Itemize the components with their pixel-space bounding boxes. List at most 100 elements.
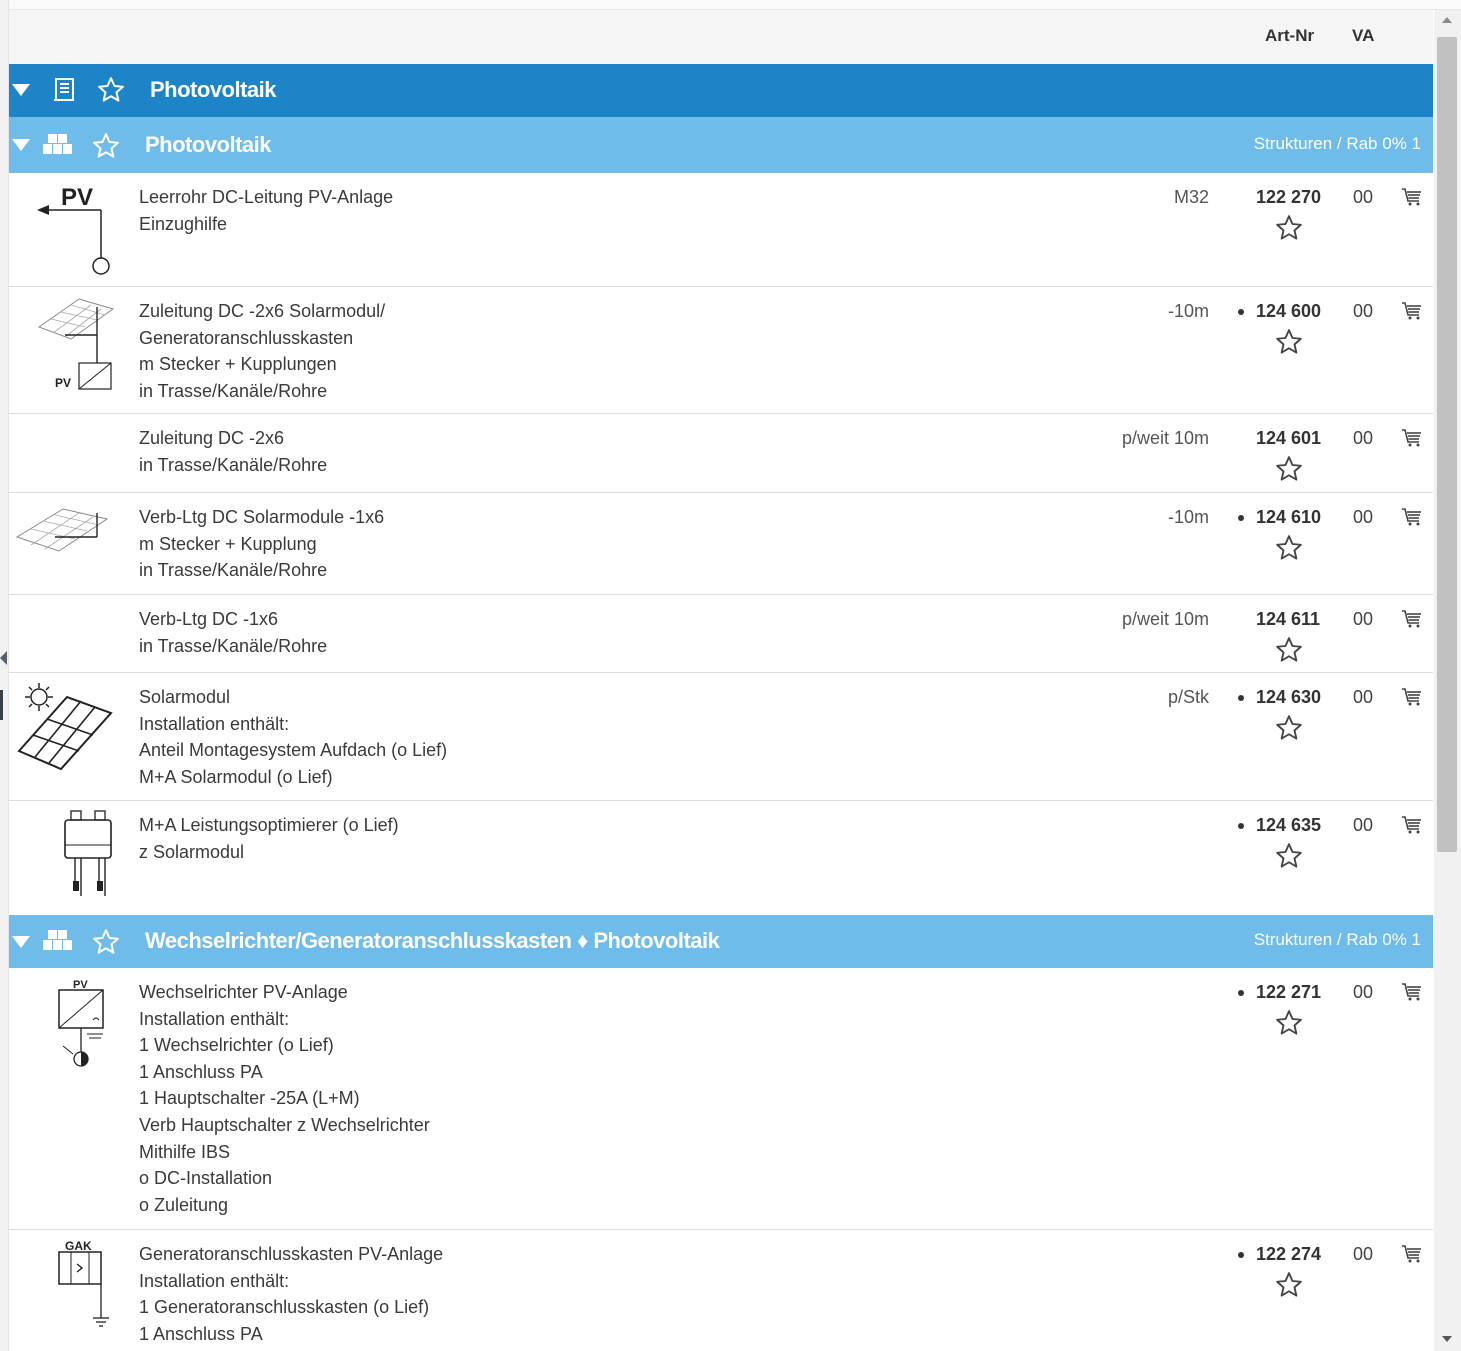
available-dot (1238, 990, 1244, 996)
item-unit: M32 (1173, 187, 1209, 207)
list-item[interactable]: Verb-Ltg DC Solarmodule -1x6 m Stecker +… (9, 493, 1433, 595)
catalog-list: Art-Nr VA Photovoltaik Photovoltaik Stru… (9, 10, 1433, 1351)
available-dot (1238, 695, 1244, 701)
item-art-nr[interactable]: 122 274 (1256, 1241, 1321, 1267)
item-va: 00 (1353, 428, 1374, 448)
item-art-nr[interactable]: 122 270 (1256, 184, 1321, 210)
item-va: 00 (1353, 687, 1374, 707)
item-unit: -10m (1167, 301, 1209, 321)
favorite-star-icon[interactable] (91, 927, 121, 962)
item-art-nr[interactable]: 124 600 (1256, 298, 1321, 324)
top-border (0, 0, 1461, 10)
list-item[interactable]: PV Zuleitung DC -2x6 Solarmodul/ Generat… (9, 287, 1433, 414)
add-to-cart-icon[interactable] (1401, 507, 1423, 532)
scroll-down-arrow-icon[interactable] (1442, 1336, 1452, 1342)
solar-to-inverter-icon: PV (9, 287, 134, 418)
available-dot (1238, 515, 1244, 521)
add-to-cart-icon[interactable] (1401, 428, 1423, 453)
item-va: 00 (1353, 815, 1374, 835)
collapse-triangle-icon[interactable] (12, 936, 30, 948)
section-title: Photovoltaik (150, 77, 277, 102)
add-to-cart-icon[interactable] (1401, 187, 1423, 212)
svg-text:PV: PV (55, 376, 71, 390)
list-item[interactable]: Solarmodul Installation enthält: Anteil … (9, 673, 1433, 801)
item-va: 00 (1353, 507, 1374, 527)
favorite-star-icon[interactable] (1274, 1270, 1304, 1305)
add-to-cart-icon[interactable] (1401, 609, 1423, 634)
favorite-star-icon[interactable] (96, 75, 126, 110)
item-unit: p/weit 10m (1121, 428, 1209, 448)
structure-icon (41, 132, 75, 163)
left-edge (0, 0, 9, 1351)
item-va: 00 (1353, 301, 1374, 321)
available-dot (1238, 309, 1244, 315)
group-info: Strukturen / Rab 0% 1 (1253, 134, 1421, 153)
collapse-triangle-icon[interactable] (12, 139, 30, 151)
section-header-photovoltaik[interactable]: Photovoltaik (9, 64, 1433, 117)
favorite-star-icon[interactable] (1274, 213, 1304, 248)
generator-junction-box-icon: GAK (9, 1230, 134, 1351)
group-header-photovoltaik[interactable]: Photovoltaik Strukturen / Rab 0% 1 (9, 117, 1433, 173)
add-to-cart-icon[interactable] (1401, 815, 1423, 840)
svg-text:PV: PV (61, 184, 93, 211)
vertical-scrollbar[interactable] (1434, 10, 1461, 1351)
item-description: Zuleitung DC -2x6 in Trasse/Kanäle/Rohre (139, 428, 328, 475)
favorite-star-icon[interactable] (1274, 327, 1304, 362)
left-marker (0, 690, 3, 720)
scrollbar-thumb[interactable] (1437, 37, 1457, 852)
favorite-star-icon[interactable] (1274, 454, 1304, 489)
item-art-nr[interactable]: 124 611 (1256, 606, 1320, 632)
add-to-cart-icon[interactable] (1401, 301, 1423, 326)
item-description: M+A Leistungsoptimierer (o Lief) z Solar… (139, 815, 399, 862)
list-item[interactable]: M+A Leistungsoptimierer (o Lief) z Solar… (9, 801, 1433, 915)
structure-icon (41, 928, 75, 959)
item-va: 00 (1353, 982, 1374, 1002)
list-item[interactable]: Zuleitung DC -2x6 in Trasse/Kanäle/Rohre… (9, 414, 1433, 493)
item-description: Verb-Ltg DC -1x6 in Trasse/Kanäle/Rohre (139, 609, 328, 656)
column-art-nr: Art-Nr (1265, 26, 1315, 45)
solar-panel-sun-icon (9, 673, 134, 805)
available-dot (1238, 823, 1244, 829)
item-art-nr[interactable]: 122 271 (1256, 979, 1321, 1005)
item-unit: p/Stk (1167, 687, 1209, 707)
add-to-cart-icon[interactable] (1401, 687, 1423, 712)
column-va: VA (1352, 26, 1375, 45)
pv-conduit-icon: PV (9, 173, 134, 291)
add-to-cart-icon[interactable] (1401, 982, 1423, 1007)
available-dot (1238, 1252, 1244, 1258)
item-description: Solarmodul Installation enthält: Anteil … (139, 687, 448, 787)
svg-text:GAK: GAK (65, 1239, 92, 1253)
item-unit: p/weit 10m (1121, 609, 1209, 629)
item-unit: -10m (1167, 507, 1209, 527)
favorite-star-icon[interactable] (1274, 1008, 1304, 1043)
favorite-star-icon[interactable] (1274, 533, 1304, 568)
item-va: 00 (1353, 1244, 1374, 1264)
item-va: 00 (1353, 609, 1374, 629)
collapse-handle-icon[interactable] (0, 651, 7, 665)
list-item[interactable]: PV Leerrohr DC-Leitung PV-Anlage Einzugh… (9, 173, 1433, 287)
power-optimizer-icon (9, 801, 134, 920)
item-description: Wechselrichter PV-Anlage Installation en… (139, 982, 430, 1215)
item-art-nr[interactable]: 124 630 (1256, 684, 1321, 710)
catalog-book-icon (52, 77, 78, 108)
favorite-star-icon[interactable] (1274, 635, 1304, 670)
item-art-nr[interactable]: 124 601 (1256, 425, 1321, 451)
svg-text:PV: PV (73, 979, 88, 991)
list-item[interactable]: PV Wechselrichter PV-Anlage Installation… (9, 968, 1433, 1230)
list-item[interactable]: GAK Generatoranschlusskasten PV-Anlage I… (9, 1230, 1433, 1351)
collapse-triangle-icon[interactable] (12, 84, 30, 96)
column-header: Art-Nr VA (9, 10, 1433, 64)
group-header-wechselrichter[interactable]: Wechselrichter/Generatoranschlusskasten … (9, 915, 1433, 968)
scroll-up-arrow-icon[interactable] (1442, 17, 1452, 23)
item-description: Leerrohr DC-Leitung PV-Anlage Einzughilf… (139, 187, 394, 234)
group-title: Wechselrichter/Generatoranschlusskasten … (145, 928, 720, 953)
favorite-star-icon[interactable] (1274, 841, 1304, 876)
item-art-nr[interactable]: 124 610 (1256, 504, 1321, 530)
item-art-nr[interactable]: 124 635 (1256, 812, 1321, 838)
favorite-star-icon[interactable] (1274, 713, 1304, 748)
solar-module-link-icon (9, 493, 134, 599)
pv-inverter-icon: PV (9, 968, 134, 1093)
favorite-star-icon[interactable] (91, 131, 121, 166)
list-item[interactable]: Verb-Ltg DC -1x6 in Trasse/Kanäle/Rohre … (9, 595, 1433, 673)
add-to-cart-icon[interactable] (1401, 1244, 1423, 1269)
